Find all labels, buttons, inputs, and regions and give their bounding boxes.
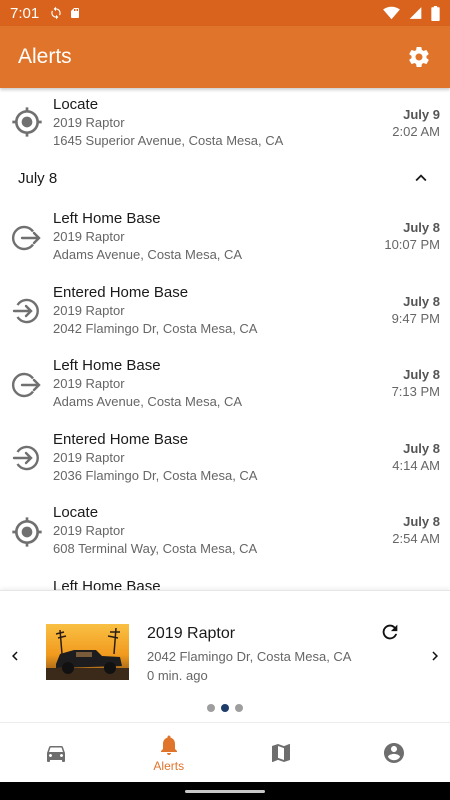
home-indicator[interactable] xyxy=(185,790,265,793)
alert-vehicle: 2019 Raptor xyxy=(53,115,125,130)
carousel-pager xyxy=(0,704,450,712)
vehicle-address: 2042 Flamingo Dr, Costa Mesa, CA xyxy=(147,649,352,664)
alert-time: 2:02 AM xyxy=(392,124,440,139)
alert-row[interactable]: Entered Home Base 2019 Raptor 2042 Flami… xyxy=(0,275,450,349)
locate-icon xyxy=(0,495,53,569)
alert-row[interactable]: Left Home Base 2019 Raptor Adams Avenue,… xyxy=(0,201,450,275)
alerts-list[interactable]: Locate 2019 Raptor 1645 Superior Avenue,… xyxy=(0,88,450,590)
nav-map[interactable] xyxy=(225,723,338,782)
alert-time: 10:07 PM xyxy=(384,237,440,252)
alert-time: 2:54 AM xyxy=(392,531,440,546)
bell-icon xyxy=(160,735,177,755)
alert-time: 4:14 AM xyxy=(392,457,440,473)
alert-vehicle: 2019 Raptor xyxy=(53,302,125,318)
alert-row[interactable]: Entered Home Base 2019 Raptor 2036 Flami… xyxy=(0,422,450,496)
nav-alerts-label: Alerts xyxy=(153,758,185,773)
enter-icon xyxy=(0,275,53,349)
wifi-icon xyxy=(383,6,400,20)
vehicle-card[interactable]: 2019 Raptor 2042 Flamingo Dr, Costa Mesa… xyxy=(0,590,450,722)
account-icon xyxy=(383,742,404,763)
alert-row[interactable]: Locate 2019 Raptor 608 Terminal Way, Cos… xyxy=(0,495,450,569)
nav-vehicles[interactable] xyxy=(0,723,113,782)
sd-card-icon xyxy=(71,8,80,18)
alert-address: 1645 Superior Avenue, Costa Mesa, CA xyxy=(53,133,284,148)
alert-title: Left Home Base xyxy=(53,357,161,374)
pager-dot[interactable] xyxy=(235,704,243,712)
app-bar: Alerts xyxy=(0,26,450,88)
status-bar: 7:01 xyxy=(0,0,450,26)
enter-icon xyxy=(0,422,53,496)
page-title: Alerts xyxy=(18,45,72,68)
alert-address: 608 Terminal Way, Costa Mesa, CA xyxy=(53,541,258,556)
alert-time: 9:47 PM xyxy=(391,310,440,326)
alert-date: July 8 xyxy=(403,440,440,456)
alert-date: July 9 xyxy=(403,107,440,122)
alert-address: 2042 Flamingo Dr, Costa Mesa, CA xyxy=(53,320,258,336)
alert-date: July 8 xyxy=(403,514,440,529)
pager-dot[interactable] xyxy=(207,704,215,712)
chevron-left-icon[interactable] xyxy=(6,647,24,665)
vehicle-name: 2019 Raptor xyxy=(147,625,236,642)
alert-vehicle: 2019 Raptor xyxy=(53,376,125,391)
exit-icon xyxy=(0,201,53,275)
alert-address: 2036 Flamingo Dr, Costa Mesa, CA xyxy=(53,467,258,483)
vehicle-photo xyxy=(46,624,129,680)
system-gesture-bar xyxy=(0,782,450,800)
status-time: 7:01 xyxy=(10,4,40,22)
nav-alerts[interactable]: Alerts xyxy=(113,723,226,782)
battery-icon xyxy=(431,5,440,21)
date-group-label: July 8 xyxy=(18,169,58,187)
locate-icon xyxy=(0,88,53,155)
alert-title: Left Home Base xyxy=(53,577,161,591)
map-icon xyxy=(272,743,291,762)
gear-icon xyxy=(409,47,429,68)
chevron-right-icon[interactable] xyxy=(426,647,444,665)
nav-account[interactable] xyxy=(338,723,450,782)
exit-icon xyxy=(0,569,53,591)
alert-title: Locate xyxy=(53,96,99,113)
alert-date: July 8 xyxy=(403,367,440,382)
car-icon xyxy=(47,745,66,762)
alert-vehicle: 2019 Raptor xyxy=(53,523,125,538)
alert-time: 7:13 PM xyxy=(391,384,440,399)
alert-row[interactable]: Left Home Base 2019 Raptor Adams Avenue,… xyxy=(0,348,450,422)
refresh-icon xyxy=(382,624,398,640)
settings-button[interactable] xyxy=(406,44,432,70)
vehicle-updated: 0 min. ago xyxy=(147,668,208,683)
date-group-header[interactable]: July 8 xyxy=(0,155,450,201)
alert-title: Entered Home Base xyxy=(53,283,189,301)
signal-icon xyxy=(409,7,422,19)
pager-dot-active[interactable] xyxy=(221,704,229,712)
exit-icon xyxy=(0,348,53,422)
alert-date: July 8 xyxy=(403,293,440,309)
sync-icon xyxy=(51,6,61,20)
chevron-up-icon[interactable] xyxy=(410,167,432,189)
refresh-button[interactable] xyxy=(379,621,401,643)
alert-title: Locate xyxy=(53,504,99,521)
alert-title: Entered Home Base xyxy=(53,430,189,448)
alert-address: Adams Avenue, Costa Mesa, CA xyxy=(53,394,243,409)
alert-row[interactable]: Locate 2019 Raptor 1645 Superior Avenue,… xyxy=(0,88,450,155)
alert-vehicle: 2019 Raptor xyxy=(53,449,125,465)
alert-row[interactable]: Left Home Base xyxy=(0,569,450,591)
alert-date: July 8 xyxy=(403,220,440,235)
bottom-nav: Alerts xyxy=(0,722,450,782)
